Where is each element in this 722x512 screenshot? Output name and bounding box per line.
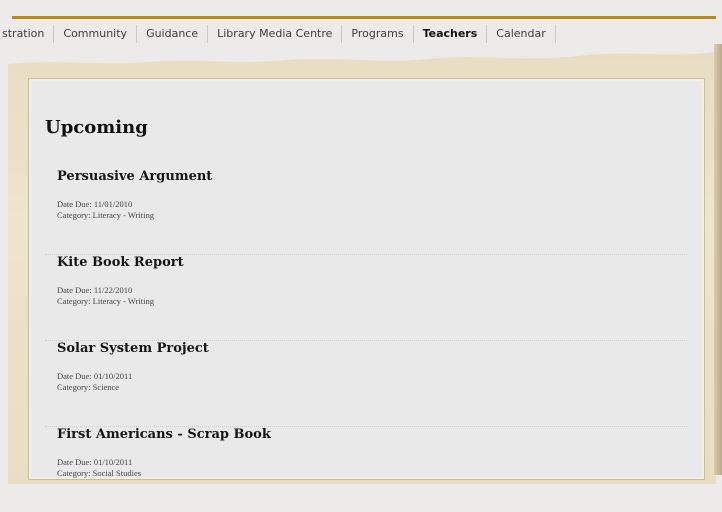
item-title[interactable]: Kite Book Report — [57, 255, 184, 270]
item-category: Category: Literacy - Writing — [57, 210, 154, 220]
item-date-due: Date Due: 11/22/2010 — [57, 285, 133, 295]
item-date-due: Date Due: 01/10/2011 — [57, 457, 133, 467]
item-category: Category: Social Studies — [57, 468, 142, 478]
content-panel: Upcoming Persuasive Argument Date Due: 1… — [28, 78, 705, 480]
torn-paper-edge — [8, 44, 716, 64]
list-item: Persuasive Argument Date Due: 11/01/2010… — [45, 169, 687, 255]
item-title[interactable]: Persuasive Argument — [57, 169, 212, 184]
nav-item-community[interactable]: Community — [54, 24, 138, 43]
item-date-due: Date Due: 11/01/2010 — [57, 199, 133, 209]
section-heading: Upcoming — [45, 117, 148, 138]
item-category: Category: Literacy - Writing — [57, 296, 154, 306]
nav-item-library-media-centre[interactable]: Library Media Centre — [208, 24, 343, 43]
nav-item-teachers[interactable]: Teachers — [414, 24, 488, 43]
nav-item-programs[interactable]: Programs — [342, 24, 414, 43]
list-item: Kite Book Report Date Due: 11/22/2010 Ca… — [45, 255, 687, 341]
item-category: Category: Science — [57, 382, 120, 392]
item-meta: Date Due: 01/10/2011 Category: Social St… — [57, 457, 141, 479]
nav-item-calendar[interactable]: Calendar — [487, 24, 556, 43]
list-item: First Americans - Scrap Book Date Due: 0… — [45, 427, 687, 512]
nav-item-administration[interactable]: stration — [0, 24, 55, 43]
item-title[interactable]: First Americans - Scrap Book — [57, 427, 271, 442]
upcoming-list: Persuasive Argument Date Due: 11/01/2010… — [45, 169, 687, 512]
item-meta: Date Due: 01/10/2011 Category: Science — [57, 371, 132, 393]
parchment-right-edge — [714, 44, 722, 475]
list-item: Solar System Project Date Due: 01/10/201… — [45, 341, 687, 427]
item-meta: Date Due: 11/01/2010 Category: Literacy … — [57, 199, 154, 221]
item-date-due: Date Due: 01/10/2011 — [57, 371, 133, 381]
item-title[interactable]: Solar System Project — [57, 341, 209, 356]
nav-item-guidance[interactable]: Guidance — [137, 24, 209, 43]
item-meta: Date Due: 11/22/2010 Category: Literacy … — [57, 285, 154, 307]
